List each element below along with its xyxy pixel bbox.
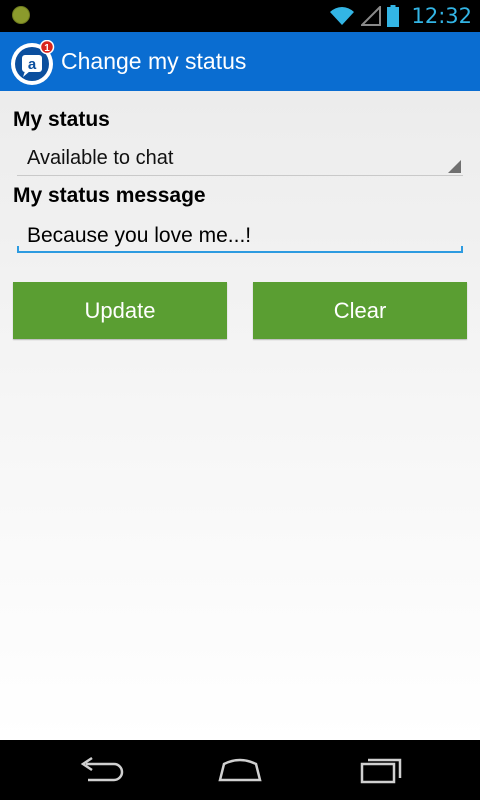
signal-icon xyxy=(361,6,382,26)
update-button[interactable]: Update xyxy=(13,282,227,339)
input-underline xyxy=(17,246,463,253)
notification-dot-icon xyxy=(12,6,30,24)
app-icon-letter: a xyxy=(28,56,37,73)
clock: 12:32 xyxy=(411,4,472,28)
status-icons: 12:32 xyxy=(329,0,472,32)
clear-button[interactable]: Clear xyxy=(253,282,467,339)
home-icon[interactable] xyxy=(216,754,264,786)
status-bar: 12:32 xyxy=(0,0,480,32)
my-status-label: My status xyxy=(13,108,110,131)
status-spinner[interactable]: Available to chat xyxy=(17,143,463,176)
notification-badge: 1 xyxy=(44,43,50,54)
action-bar: a 1 Change my status xyxy=(0,32,480,91)
content-area: My status Available to chat My status me… xyxy=(0,91,480,740)
page-title: Change my status xyxy=(61,48,247,74)
status-selected-value: Available to chat xyxy=(27,147,174,169)
recent-apps-icon[interactable] xyxy=(356,754,404,786)
wifi-icon xyxy=(330,7,355,25)
navigation-bar xyxy=(0,740,480,800)
back-icon[interactable] xyxy=(76,754,124,786)
status-message-label: My status message xyxy=(13,184,206,207)
battery-icon xyxy=(387,5,400,27)
dropdown-triangle-icon xyxy=(448,160,461,173)
status-message-input[interactable] xyxy=(17,219,463,253)
app-logo-icon[interactable]: a 1 xyxy=(10,40,56,86)
